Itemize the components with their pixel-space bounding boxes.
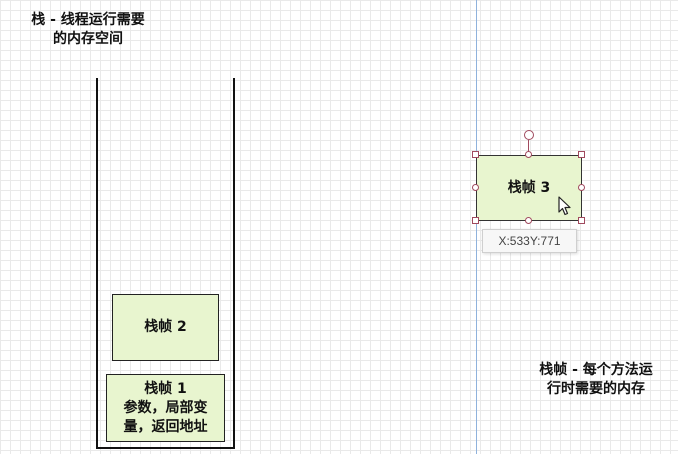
mouse-pointer-icon [558, 196, 571, 216]
stack-left-wall[interactable] [96, 78, 98, 449]
resize-handle-top-left[interactable] [472, 151, 479, 158]
alignment-guide-line [476, 0, 477, 454]
resize-handle-bottom-left[interactable] [472, 217, 479, 224]
stack-frame-2-label: 栈帧 2 [144, 319, 187, 335]
frame-caption-line-1: 栈帧 - 每个方法运 [539, 362, 653, 378]
stack-right-wall[interactable] [233, 78, 235, 449]
stack-frame-1-text: 栈帧 1 参数，局部变 量，返回地址 [124, 380, 208, 437]
resize-handle-bottom-right[interactable] [578, 217, 585, 224]
stack-frame-1[interactable]: 栈帧 1 参数，局部变 量，返回地址 [106, 374, 225, 442]
stack-bottom[interactable] [96, 447, 235, 449]
stack-frame-2[interactable]: 栈帧 2 [112, 294, 219, 361]
tooltip-x-label: X: [498, 234, 510, 248]
stack-frame-1-line-2: 参数，局部变 [123, 399, 208, 416]
frame-caption-line-2: 行时需要的内存 [547, 381, 645, 397]
resize-handle-top-middle[interactable] [525, 151, 532, 158]
stack-caption-line-1: 栈 - 线程运行需要 [31, 12, 145, 28]
tooltip-y-value: 771 [540, 234, 561, 248]
frame-caption[interactable]: 栈帧 - 每个方法运 行时需要的内存 [522, 361, 670, 399]
stack-frame-3-label: 栈帧 3 [507, 179, 551, 196]
resize-handle-bottom-middle[interactable] [525, 217, 532, 224]
tooltip-y-label: Y: [529, 234, 541, 248]
resize-handle-top-right[interactable] [578, 151, 585, 158]
stack-caption-line-2: 的内存空间 [53, 31, 123, 47]
tooltip-x-value: 533 [509, 234, 530, 248]
rotation-handle[interactable] [524, 130, 534, 140]
stack-caption[interactable]: 栈 - 线程运行需要 的内存空间 [8, 11, 168, 49]
resize-handle-middle-left[interactable] [472, 184, 479, 191]
resize-handle-middle-right[interactable] [578, 184, 585, 191]
stack-frame-1-line-3: 量，返回地址 [123, 418, 208, 435]
coordinates-tooltip: X: 533 Y: 771 [482, 229, 577, 253]
stack-frame-1-title: 栈帧 1 [144, 380, 187, 397]
